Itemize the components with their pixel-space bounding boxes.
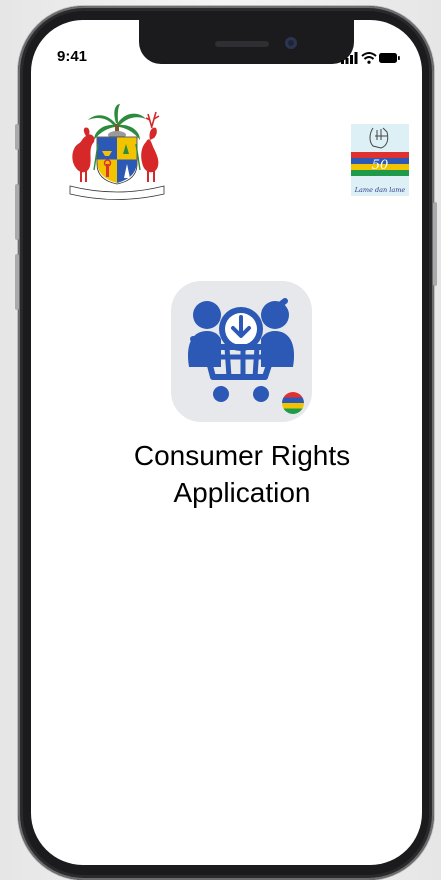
silent-switch (15, 124, 19, 150)
status-time: 9:41 (57, 48, 88, 65)
signal-icon (341, 52, 358, 64)
consumer-rights-app-icon (171, 281, 312, 422)
mauritius-flag-icon (282, 392, 304, 414)
anniversary-number: 50 (372, 158, 389, 173)
status-icons (341, 51, 401, 64)
notch (139, 20, 354, 64)
volume-down-button (15, 254, 19, 310)
app-title: Consumer Rights Application (60, 437, 424, 511)
front-camera (285, 37, 297, 49)
volume-up-button (15, 184, 19, 240)
speaker (215, 41, 269, 47)
app-title-line-2: Application (173, 477, 311, 508)
wifi-icon (361, 52, 377, 60)
anniversary-tagline: Lame dan lame (354, 186, 406, 194)
app-title-line-1: Consumer Rights (133, 440, 351, 471)
coat-of-arms-logo (66, 104, 168, 201)
anniversary-logo: 50 Lame dan lame (351, 124, 409, 196)
power-button (433, 202, 437, 286)
battery-icon (379, 53, 400, 63)
